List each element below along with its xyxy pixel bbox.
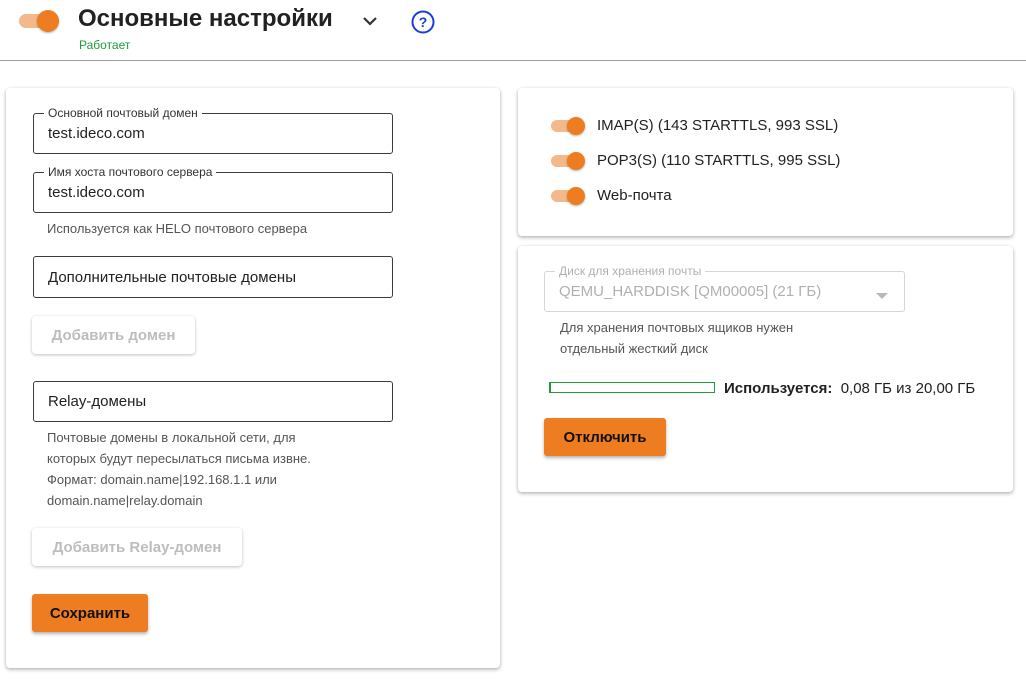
relay-hint-line: Формат: domain.name|192.168.1.1 или	[47, 472, 277, 487]
relay-domains-input[interactable]: Relay-домены	[33, 381, 393, 422]
toggle-thumb	[567, 152, 585, 170]
pop3-toggle[interactable]	[551, 151, 585, 171]
imap-toggle[interactable]	[551, 116, 585, 136]
svg-text:?: ?	[419, 14, 428, 30]
storage-usage-fill	[550, 383, 551, 392]
storage-disk-value: QEMU_HARDDISK [QM00005] (21 ГБ)	[559, 283, 822, 300]
help-circle-icon[interactable]: ?	[410, 9, 436, 35]
storage-usage-bar	[549, 382, 715, 393]
relay-hint-line: которых будут пересылаться письма извне.	[47, 451, 311, 466]
add-relay-domain-button[interactable]: Добавить Relay-домен	[32, 528, 242, 566]
relay-hint: Почтовые домены в локальной сети, для ко…	[47, 427, 311, 511]
extra-domains-placeholder: Дополнительные почтовые домены	[48, 268, 296, 286]
service-toggle[interactable]	[19, 10, 59, 32]
hostname-value: test.ideco.com	[48, 184, 145, 201]
imap-label: IMAP(S) (143 STARTTLS, 993 SSL)	[597, 117, 839, 134]
primary-domain-value: test.ideco.com	[48, 125, 145, 142]
pop3-label: POP3(S) (110 STARTTLS, 995 SSL)	[597, 152, 841, 169]
disable-storage-button[interactable]: Отключить	[544, 418, 666, 456]
toggle-thumb	[567, 187, 585, 205]
primary-domain-field[interactable]: Основной почтовый домен test.ideco.com	[33, 106, 393, 154]
storage-disk-select[interactable]: Диск для хранения почты QEMU_HARDDISK [Q…	[544, 264, 905, 312]
dropdown-arrow-icon	[876, 288, 888, 306]
extra-domains-input[interactable]: Дополнительные почтовые домены	[33, 256, 393, 298]
status-text: Работает	[79, 38, 131, 52]
relay-hint-line: domain.name|relay.domain	[47, 493, 203, 508]
storage-hint: Для хранения почтовых ящиков нужен отдел…	[560, 317, 793, 359]
relay-hint-line: Почтовые домены в локальной сети, для	[47, 430, 296, 445]
hostname-field[interactable]: Имя хоста почтового сервера test.ideco.c…	[33, 165, 393, 213]
hostname-hint: Используется как HELO почтового сервера	[47, 221, 308, 236]
page-title: Основные настройки	[78, 5, 333, 32]
usage-value: 0,08 ГБ из 20,00 ГБ	[840, 380, 976, 397]
storage-hint-line: Для хранения почтовых ящиков нужен	[560, 320, 794, 335]
webmail-toggle[interactable]	[551, 186, 585, 206]
toggle-thumb	[37, 10, 59, 32]
storage-usage: Используется: 0,08 ГБ из 20,00 ГБ	[724, 380, 975, 397]
add-domain-button[interactable]: Добавить домен	[32, 316, 195, 354]
usage-label: Используется:	[724, 380, 833, 397]
save-button[interactable]: Сохранить	[32, 594, 148, 632]
webmail-label: Web-почта	[597, 187, 672, 204]
relay-domains-placeholder: Relay-домены	[48, 393, 147, 410]
toggle-thumb	[567, 117, 585, 135]
chevron-down-icon[interactable]	[361, 12, 379, 30]
header-divider	[0, 60, 1026, 61]
storage-hint-line: отдельный жесткий диск	[560, 341, 708, 356]
